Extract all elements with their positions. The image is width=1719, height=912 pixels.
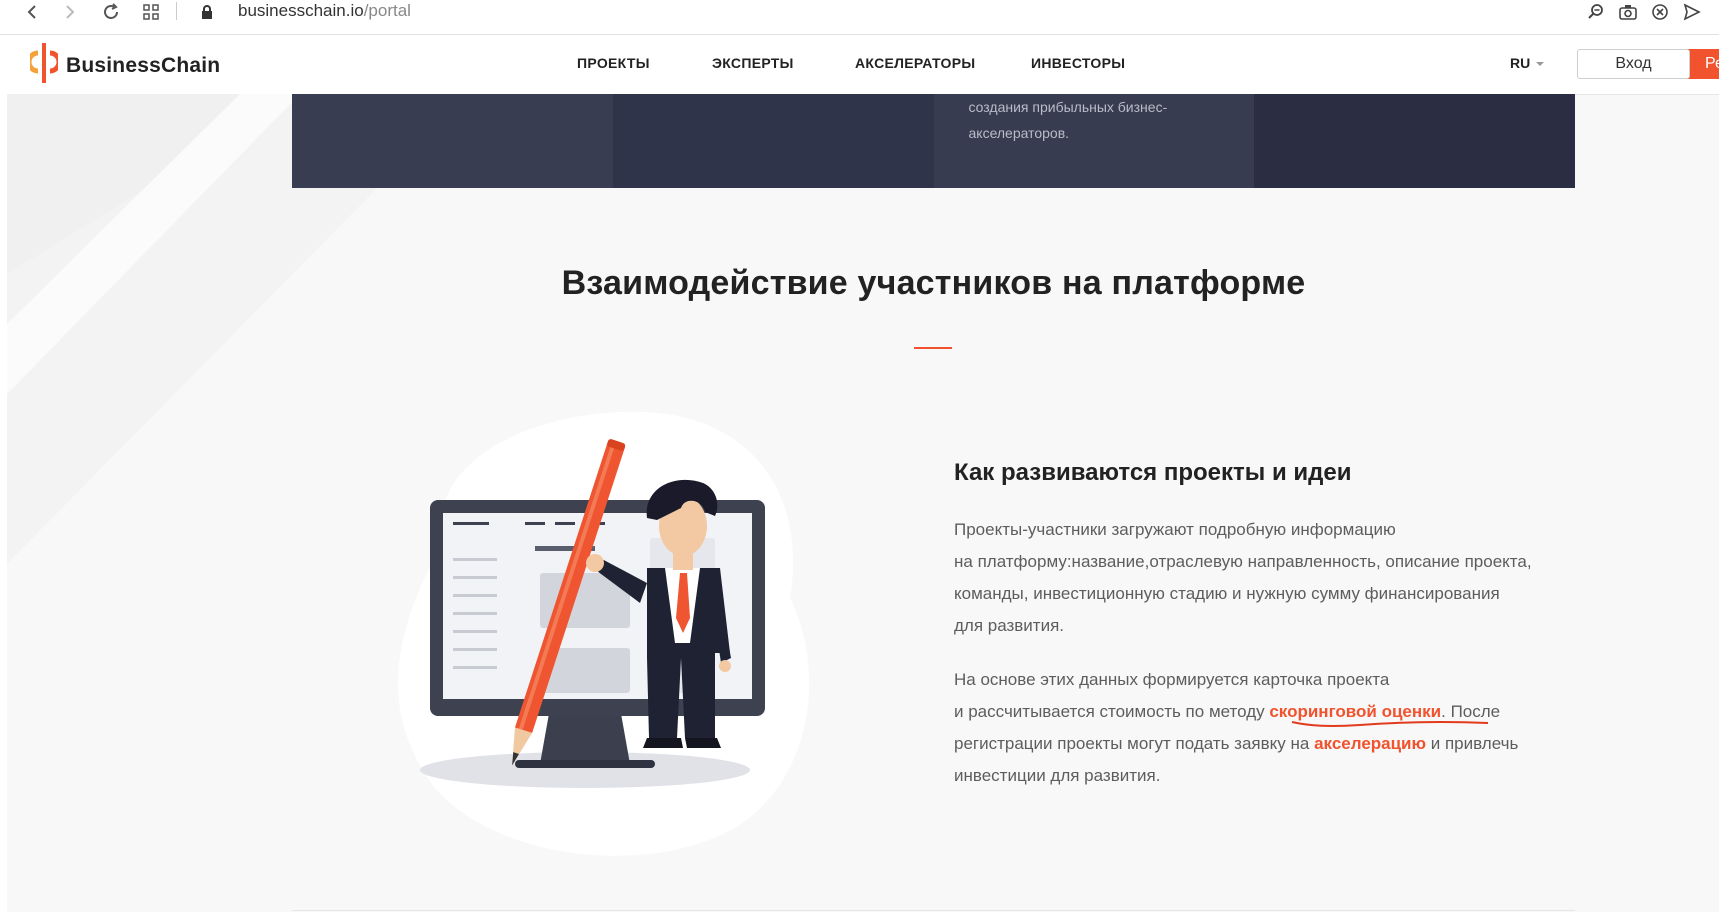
logo[interactable]: BusinessChain	[26, 41, 221, 90]
paragraph-project-card: На основе этих данных формируется карточ…	[954, 664, 1594, 792]
paragraph-line: команды, инвестиционную стадию и нужную …	[954, 584, 1500, 603]
url-path: /portal	[363, 1, 411, 20]
camera-icon[interactable]	[1618, 0, 1638, 24]
block-icon[interactable]	[1650, 0, 1670, 24]
language-label: RU	[1510, 55, 1531, 71]
language-selector[interactable]: RU	[1510, 55, 1545, 71]
paragraph-text: и привлечь	[1426, 734, 1519, 753]
paragraph-line: Проекты-участники загружают подробную ин…	[954, 520, 1396, 539]
logo-text: BusinessChain	[66, 53, 221, 77]
banner-text-line: акселераторов.	[968, 125, 1070, 141]
acceleration-link[interactable]: акселерацию	[1314, 734, 1426, 753]
nav-investors[interactable]: ИНВЕСТОРЫ	[1031, 55, 1125, 71]
address-bar[interactable]: businesschain.io/portal	[238, 0, 411, 22]
paragraph-text: . После	[1441, 702, 1501, 721]
chevron-down-icon	[1536, 62, 1545, 67]
zoom-icon[interactable]	[1586, 0, 1606, 24]
back-icon[interactable]	[22, 0, 42, 24]
section-title: Взаимодействие участников на платформе	[561, 264, 1306, 302]
url-domain: businesschain.io	[238, 1, 364, 20]
block-heading: Как развиваются проекты и идеи	[954, 459, 1352, 486]
paragraph-line: На основе этих данных формируется карточ…	[954, 670, 1390, 689]
paragraph-line: регистрации проекты могут подать заявку …	[954, 728, 1594, 760]
paragraph-project-upload: Проекты-участники загружают подробную ин…	[954, 514, 1594, 642]
paragraph-line: для развития.	[954, 616, 1065, 635]
project-illustration	[397, 411, 810, 856]
toolbar-separator	[176, 2, 177, 20]
forward-icon[interactable]	[60, 0, 80, 24]
reload-icon[interactable]	[100, 0, 122, 24]
section-divider	[292, 910, 1575, 911]
grid-icon[interactable]	[140, 0, 162, 24]
paragraph-text: и рассчитывается стоимость по методу	[954, 702, 1270, 721]
banner-column	[1254, 94, 1575, 188]
nav-experts[interactable]: ЭКСПЕРТЫ	[712, 55, 794, 71]
nav-accelerators[interactable]: АКСЕЛЕРАТОРЫ	[855, 55, 975, 71]
banner-column: создания прибыльных бизнес- акселераторо…	[933, 94, 1255, 188]
site-header: BusinessChain ПРОЕКТЫ ЭКСПЕРТЫ АКСЕЛЕРАТ…	[0, 35, 1719, 95]
lock-icon	[198, 0, 216, 24]
login-button[interactable]: Вход	[1577, 49, 1690, 79]
scoring-link[interactable]: скоринговой оценки	[1269, 702, 1441, 721]
send-icon[interactable]	[1682, 0, 1702, 24]
paragraph-line: на платформу:название,отраслевую направл…	[954, 552, 1532, 571]
paragraph-text: регистрации проекты могут подать заявку …	[954, 734, 1315, 753]
paragraph-line: и рассчитывается стоимость по методу ско…	[954, 696, 1594, 728]
features-banner: создания прибыльных бизнес- акселераторо…	[292, 94, 1575, 188]
banner-text-line: создания прибыльных бизнес-	[968, 99, 1168, 115]
nav-projects[interactable]: ПРОЕКТЫ	[577, 55, 650, 71]
browser-toolbar: businesschain.io/portal	[0, 0, 1719, 35]
page-left-edge	[0, 94, 7, 912]
banner-text: создания прибыльных бизнес- акселераторо…	[969, 94, 1168, 146]
banner-column	[292, 94, 613, 188]
title-accent-line	[914, 347, 952, 349]
paragraph-line: инвестиции для развития.	[954, 766, 1161, 785]
banner-column	[612, 94, 934, 188]
logo-icon	[26, 41, 62, 90]
